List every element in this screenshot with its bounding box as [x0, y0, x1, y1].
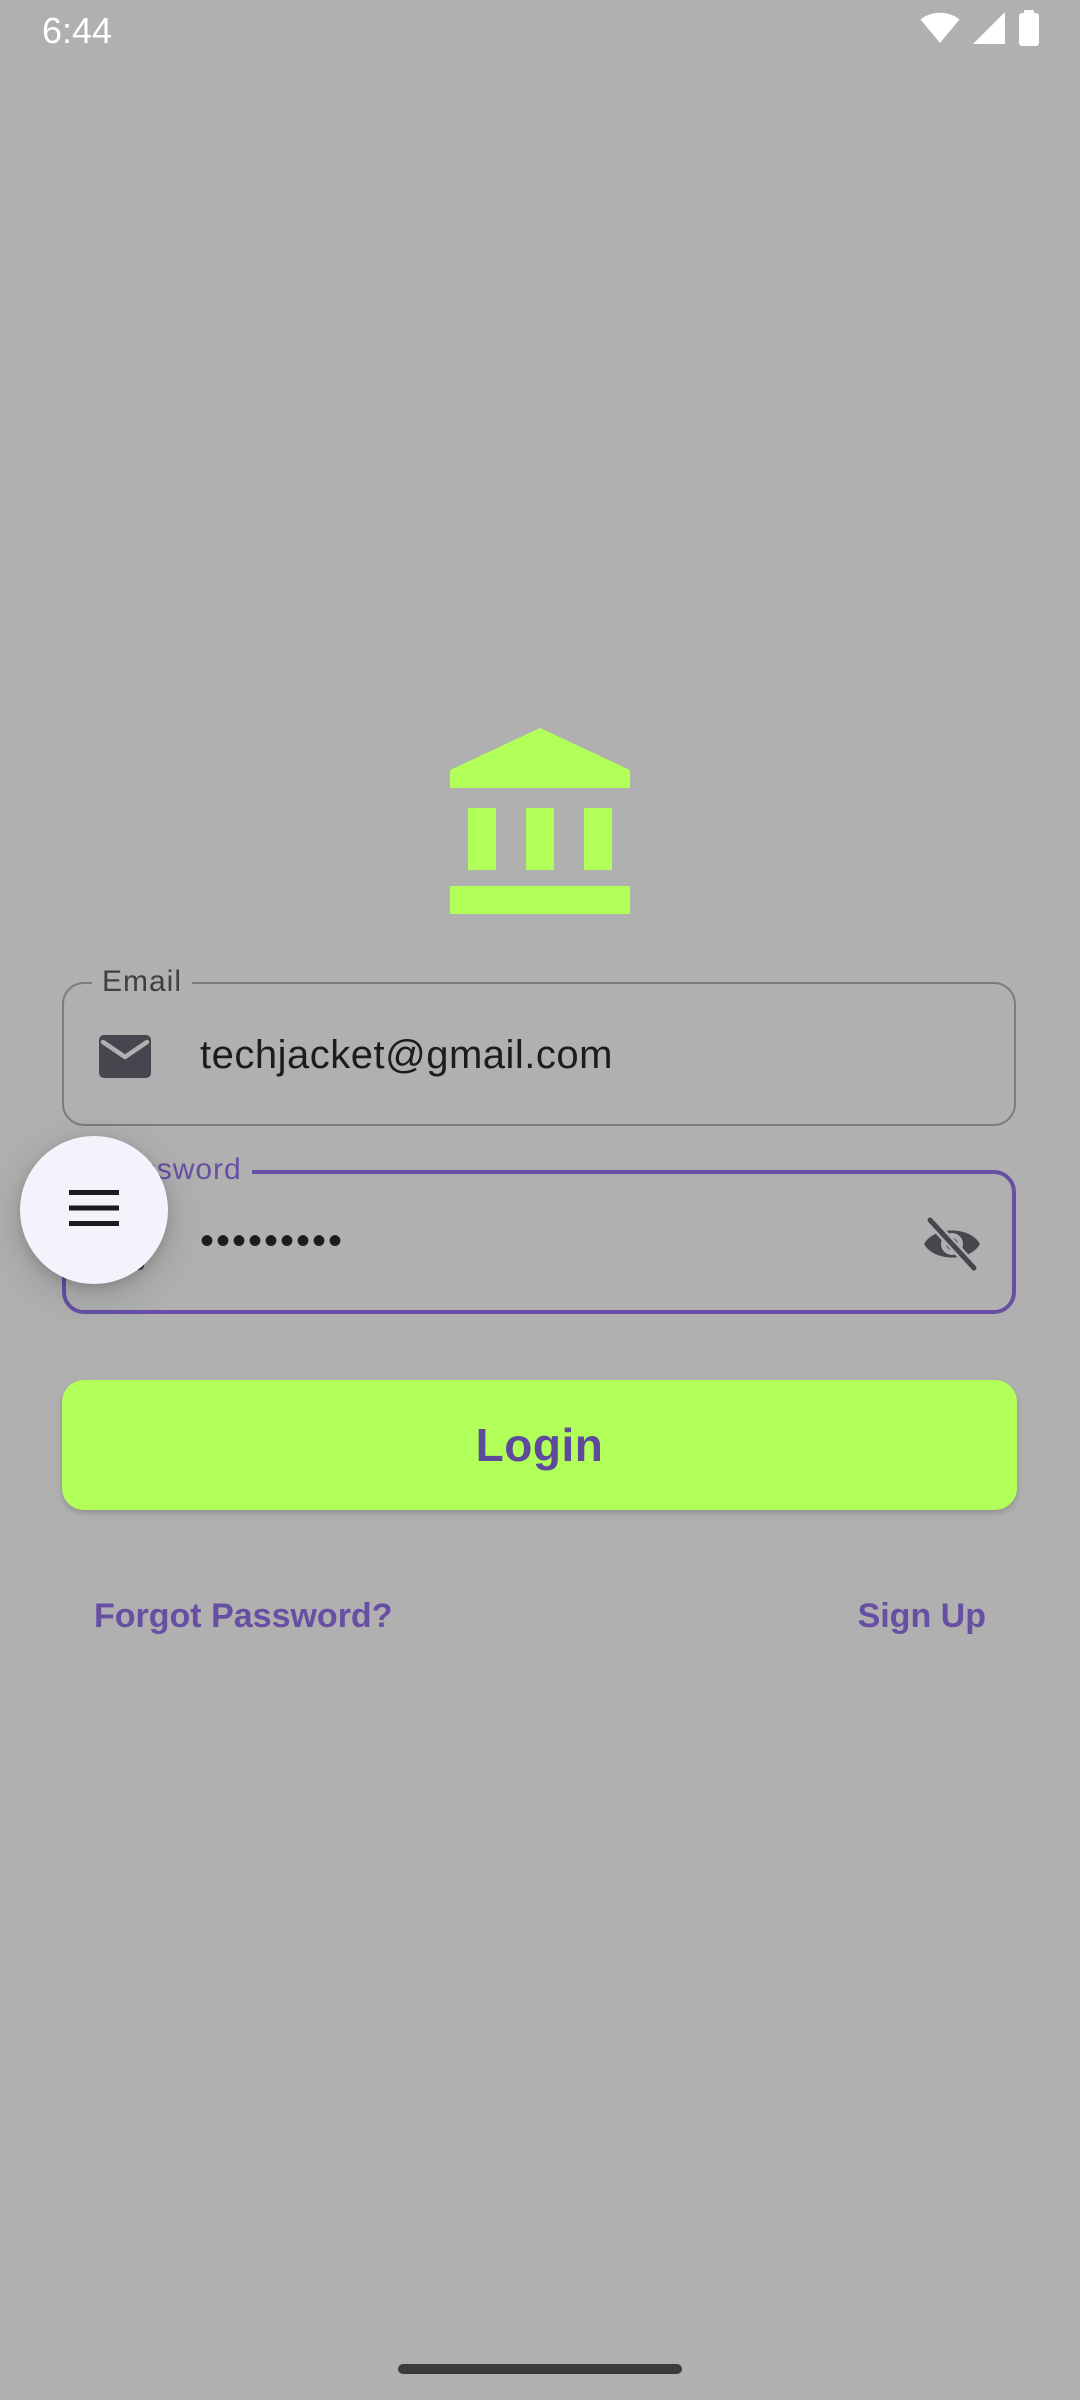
menu-icon — [69, 1189, 119, 1231]
login-button[interactable]: Login — [62, 1380, 1017, 1510]
password-input-value: ••••••••• — [200, 1219, 345, 1263]
battery-icon — [1018, 9, 1040, 51]
menu-fab[interactable] — [20, 1136, 168, 1284]
cellular-signal-icon — [972, 11, 1006, 50]
email-field-label: Email — [92, 964, 193, 1000]
email-input-value: techjacket@gmail.com — [200, 1033, 613, 1077]
status-time: 6:44 — [42, 10, 113, 51]
status-icons — [920, 9, 1040, 51]
visibility-off-icon[interactable] — [922, 1214, 982, 1274]
login-screen: 6:44 Email techjacket@gmail.com Password… — [0, 0, 1080, 2400]
bank-icon — [450, 728, 630, 914]
wifi-icon — [920, 12, 960, 49]
password-field[interactable]: Password ••••••••• — [62, 1152, 1016, 1314]
forgot-password-link[interactable]: Forgot Password? — [94, 1594, 392, 1638]
login-button-label: Login — [475, 1419, 604, 1471]
status-bar: 6:44 — [0, 0, 1080, 64]
home-indicator[interactable] — [398, 2364, 682, 2374]
mail-icon — [98, 1030, 152, 1084]
email-field[interactable]: Email techjacket@gmail.com — [62, 964, 1016, 1126]
sign-up-link[interactable]: Sign Up — [858, 1594, 986, 1638]
